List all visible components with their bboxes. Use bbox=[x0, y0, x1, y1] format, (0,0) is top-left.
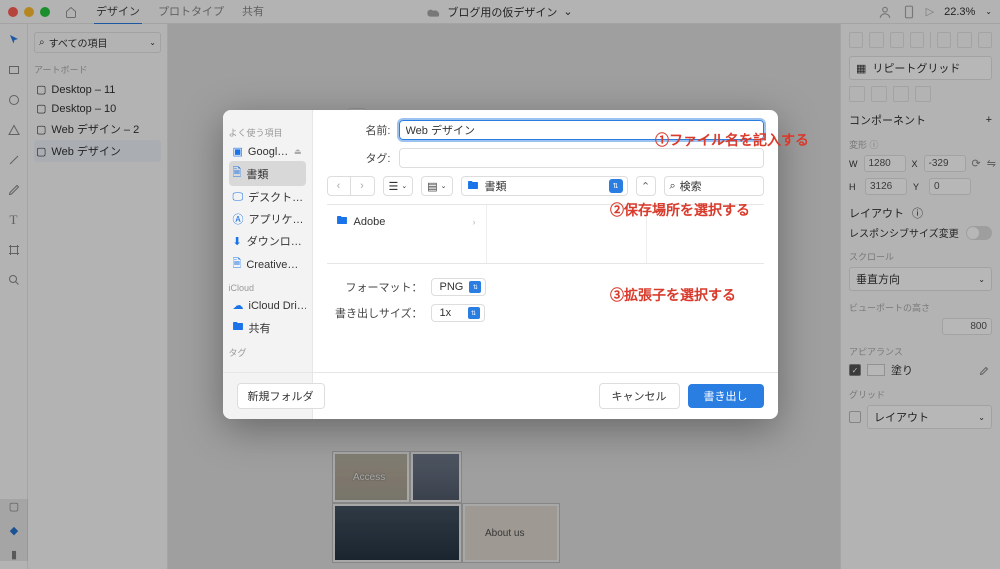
format-select[interactable]: PNG ⇅ bbox=[431, 278, 487, 296]
shared-folder-icon: 🖿 bbox=[233, 318, 244, 337]
save-body: 名前: タグ: ‹› ☰⌄ ▤⌄ 🖿 書類 ⇅ ⌃ bbox=[313, 110, 778, 419]
location-label: 書類 bbox=[485, 178, 507, 194]
apps-icon: Ⓐ bbox=[233, 211, 244, 227]
sidebar-item-shared[interactable]: 🖿 共有 bbox=[229, 315, 306, 340]
sidebar-item-google[interactable]: ▣ Googl… ⏏ bbox=[229, 142, 306, 161]
chevron-updown-icon: ⇅ bbox=[609, 179, 623, 193]
export-button[interactable]: 書き出し bbox=[688, 384, 764, 408]
name-label: 名前: bbox=[327, 122, 391, 138]
search-placeholder: 検索 bbox=[680, 178, 702, 194]
sidebar-item-label: Googl… bbox=[248, 146, 288, 158]
sidebar-item-icloud-drive[interactable]: ☁ iCloud Dri… bbox=[229, 296, 306, 315]
eject-icon[interactable]: ⏏ bbox=[294, 147, 302, 156]
desktop-icon: 🖵 bbox=[233, 191, 244, 204]
format-value: PNG bbox=[440, 281, 464, 293]
sidebar-item-label: 書類 bbox=[246, 166, 268, 182]
size-label: 書き出しサイズ： bbox=[327, 305, 423, 321]
browser-item[interactable]: 🖿 Adobe › bbox=[331, 209, 482, 234]
columns-icon: ☰ bbox=[389, 180, 399, 193]
favorites-header: よく使う項目 bbox=[229, 126, 306, 139]
sidebar-item-label: ダウンロ… bbox=[247, 233, 302, 249]
nav-forward-button[interactable]: › bbox=[351, 176, 375, 196]
drive-icon: ▣ bbox=[233, 145, 243, 158]
cloud-icon: ☁ bbox=[233, 299, 244, 312]
sidebar-item-label: 共有 bbox=[249, 320, 271, 336]
folder-icon: 🗎 bbox=[233, 255, 242, 274]
folder-icon: 🖿 bbox=[337, 212, 348, 231]
document-icon: 🗎 bbox=[233, 164, 242, 183]
icloud-header: iCloud bbox=[229, 283, 306, 293]
tags-header: タグ bbox=[229, 346, 306, 359]
save-dialog-overlay: よく使う項目 ▣Googl…⏏ 🗎書類 🖵デスクト… Ⓐアプリケ… ⬇ダウンロ…… bbox=[0, 0, 1000, 569]
cancel-button[interactable]: キャンセル bbox=[599, 383, 680, 409]
group-icon: ▤ bbox=[427, 180, 437, 193]
chevron-updown-icon: ⇅ bbox=[468, 307, 480, 319]
sidebar-item-documents[interactable]: 🗎書類 bbox=[229, 161, 306, 186]
browser-item-label: Adobe bbox=[354, 216, 386, 228]
sidebar-item-label: デスクト… bbox=[248, 189, 303, 205]
format-label: フォーマット： bbox=[327, 279, 423, 295]
collapse-button[interactable]: ⌃ bbox=[636, 176, 656, 196]
annotation-2: ②保存場所を選択する bbox=[610, 200, 750, 220]
sidebar-item-label: iCloud Dri… bbox=[249, 300, 306, 312]
sidebar-item-desktop[interactable]: 🖵 デスクト… bbox=[229, 186, 306, 208]
sidebar-item-label: アプリケ… bbox=[249, 211, 304, 227]
size-value: 1x bbox=[440, 307, 452, 319]
browser-column: 🖿 Adobe › bbox=[327, 205, 487, 263]
sidebar-item-label: Creative… bbox=[246, 259, 298, 271]
search-icon: ⌕ bbox=[670, 180, 676, 193]
annotation-1: ①ファイル名を記入する bbox=[655, 130, 809, 150]
nav-back-button[interactable]: ‹ bbox=[327, 176, 351, 196]
tag-input[interactable] bbox=[399, 148, 764, 168]
export-size-select[interactable]: 1x ⇅ bbox=[431, 304, 485, 322]
annotation-3: ③拡張子を選択する bbox=[610, 285, 736, 305]
location-select[interactable]: 🖿 書類 ⇅ bbox=[461, 176, 628, 196]
view-columns-button[interactable]: ☰⌄ bbox=[383, 176, 414, 196]
sidebar-item-downloads[interactable]: ⬇ ダウンロ… bbox=[229, 230, 306, 252]
save-dialog: よく使う項目 ▣Googl…⏏ 🗎書類 🖵デスクト… Ⓐアプリケ… ⬇ダウンロ…… bbox=[223, 110, 778, 419]
save-search-input[interactable]: ⌕ 検索 bbox=[664, 176, 764, 196]
sidebar-item-creative[interactable]: 🗎 Creative… bbox=[229, 252, 306, 277]
view-group-button[interactable]: ▤⌄ bbox=[421, 176, 452, 196]
folder-icon: 🖿 bbox=[468, 177, 479, 196]
download-icon: ⬇ bbox=[233, 235, 242, 248]
new-folder-button[interactable]: 新規フォルダ bbox=[237, 383, 325, 409]
tag-label: タグ: bbox=[327, 150, 391, 166]
sidebar-item-applications[interactable]: Ⓐ アプリケ… bbox=[229, 208, 306, 230]
chevron-right-icon: › bbox=[473, 217, 476, 227]
chevron-updown-icon: ⇅ bbox=[469, 281, 481, 293]
